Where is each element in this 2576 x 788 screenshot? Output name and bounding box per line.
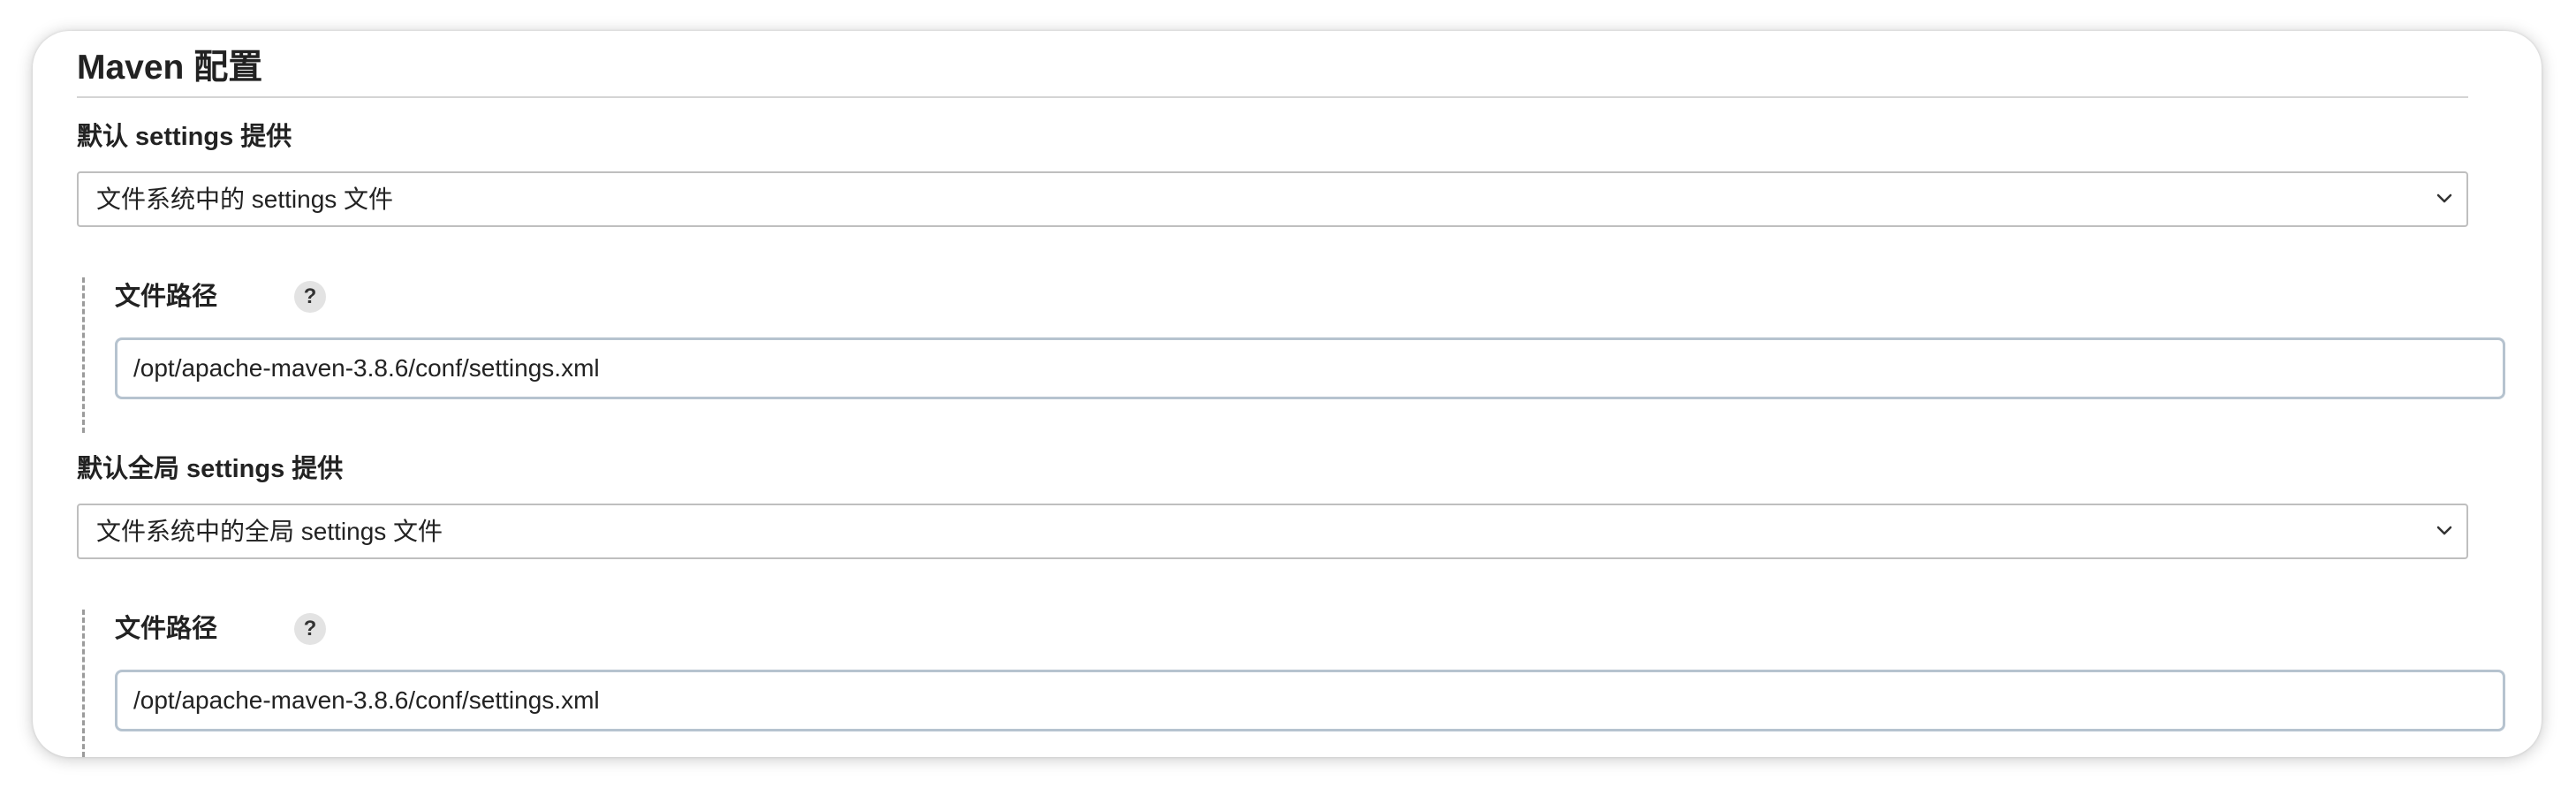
default-global-settings-label: 默认全局 settings 提供 xyxy=(77,455,344,483)
chevron-down-icon xyxy=(2436,193,2452,203)
default-settings-selected-value: 文件系统中的 settings 文件 xyxy=(96,186,394,213)
maven-config-card: Maven 配置 默认 settings 提供 文件系统中的 settings … xyxy=(33,31,2542,757)
default-global-settings-path-label: 文件路径 xyxy=(115,615,218,643)
section-title: Maven 配置 xyxy=(77,49,263,87)
default-global-settings-file-group: 文件路径 ? xyxy=(82,610,2542,757)
default-global-settings-selected-value: 文件系统中的全局 settings 文件 xyxy=(96,518,443,545)
default-settings-select[interactable]: 文件系统中的 settings 文件 xyxy=(77,171,2468,227)
section-divider xyxy=(77,96,2468,98)
default-global-settings-path-input[interactable] xyxy=(115,670,2505,731)
default-settings-label: 默认 settings 提供 xyxy=(77,123,292,151)
chevron-down-icon xyxy=(2436,526,2452,535)
default-global-settings-select[interactable]: 文件系统中的全局 settings 文件 xyxy=(77,504,2468,559)
default-settings-path-label: 文件路径 xyxy=(115,283,218,311)
help-icon[interactable]: ? xyxy=(294,613,326,645)
default-settings-file-group: 文件路径 ? xyxy=(82,277,2542,433)
default-settings-path-input[interactable] xyxy=(115,337,2505,399)
help-icon[interactable]: ? xyxy=(294,281,326,313)
